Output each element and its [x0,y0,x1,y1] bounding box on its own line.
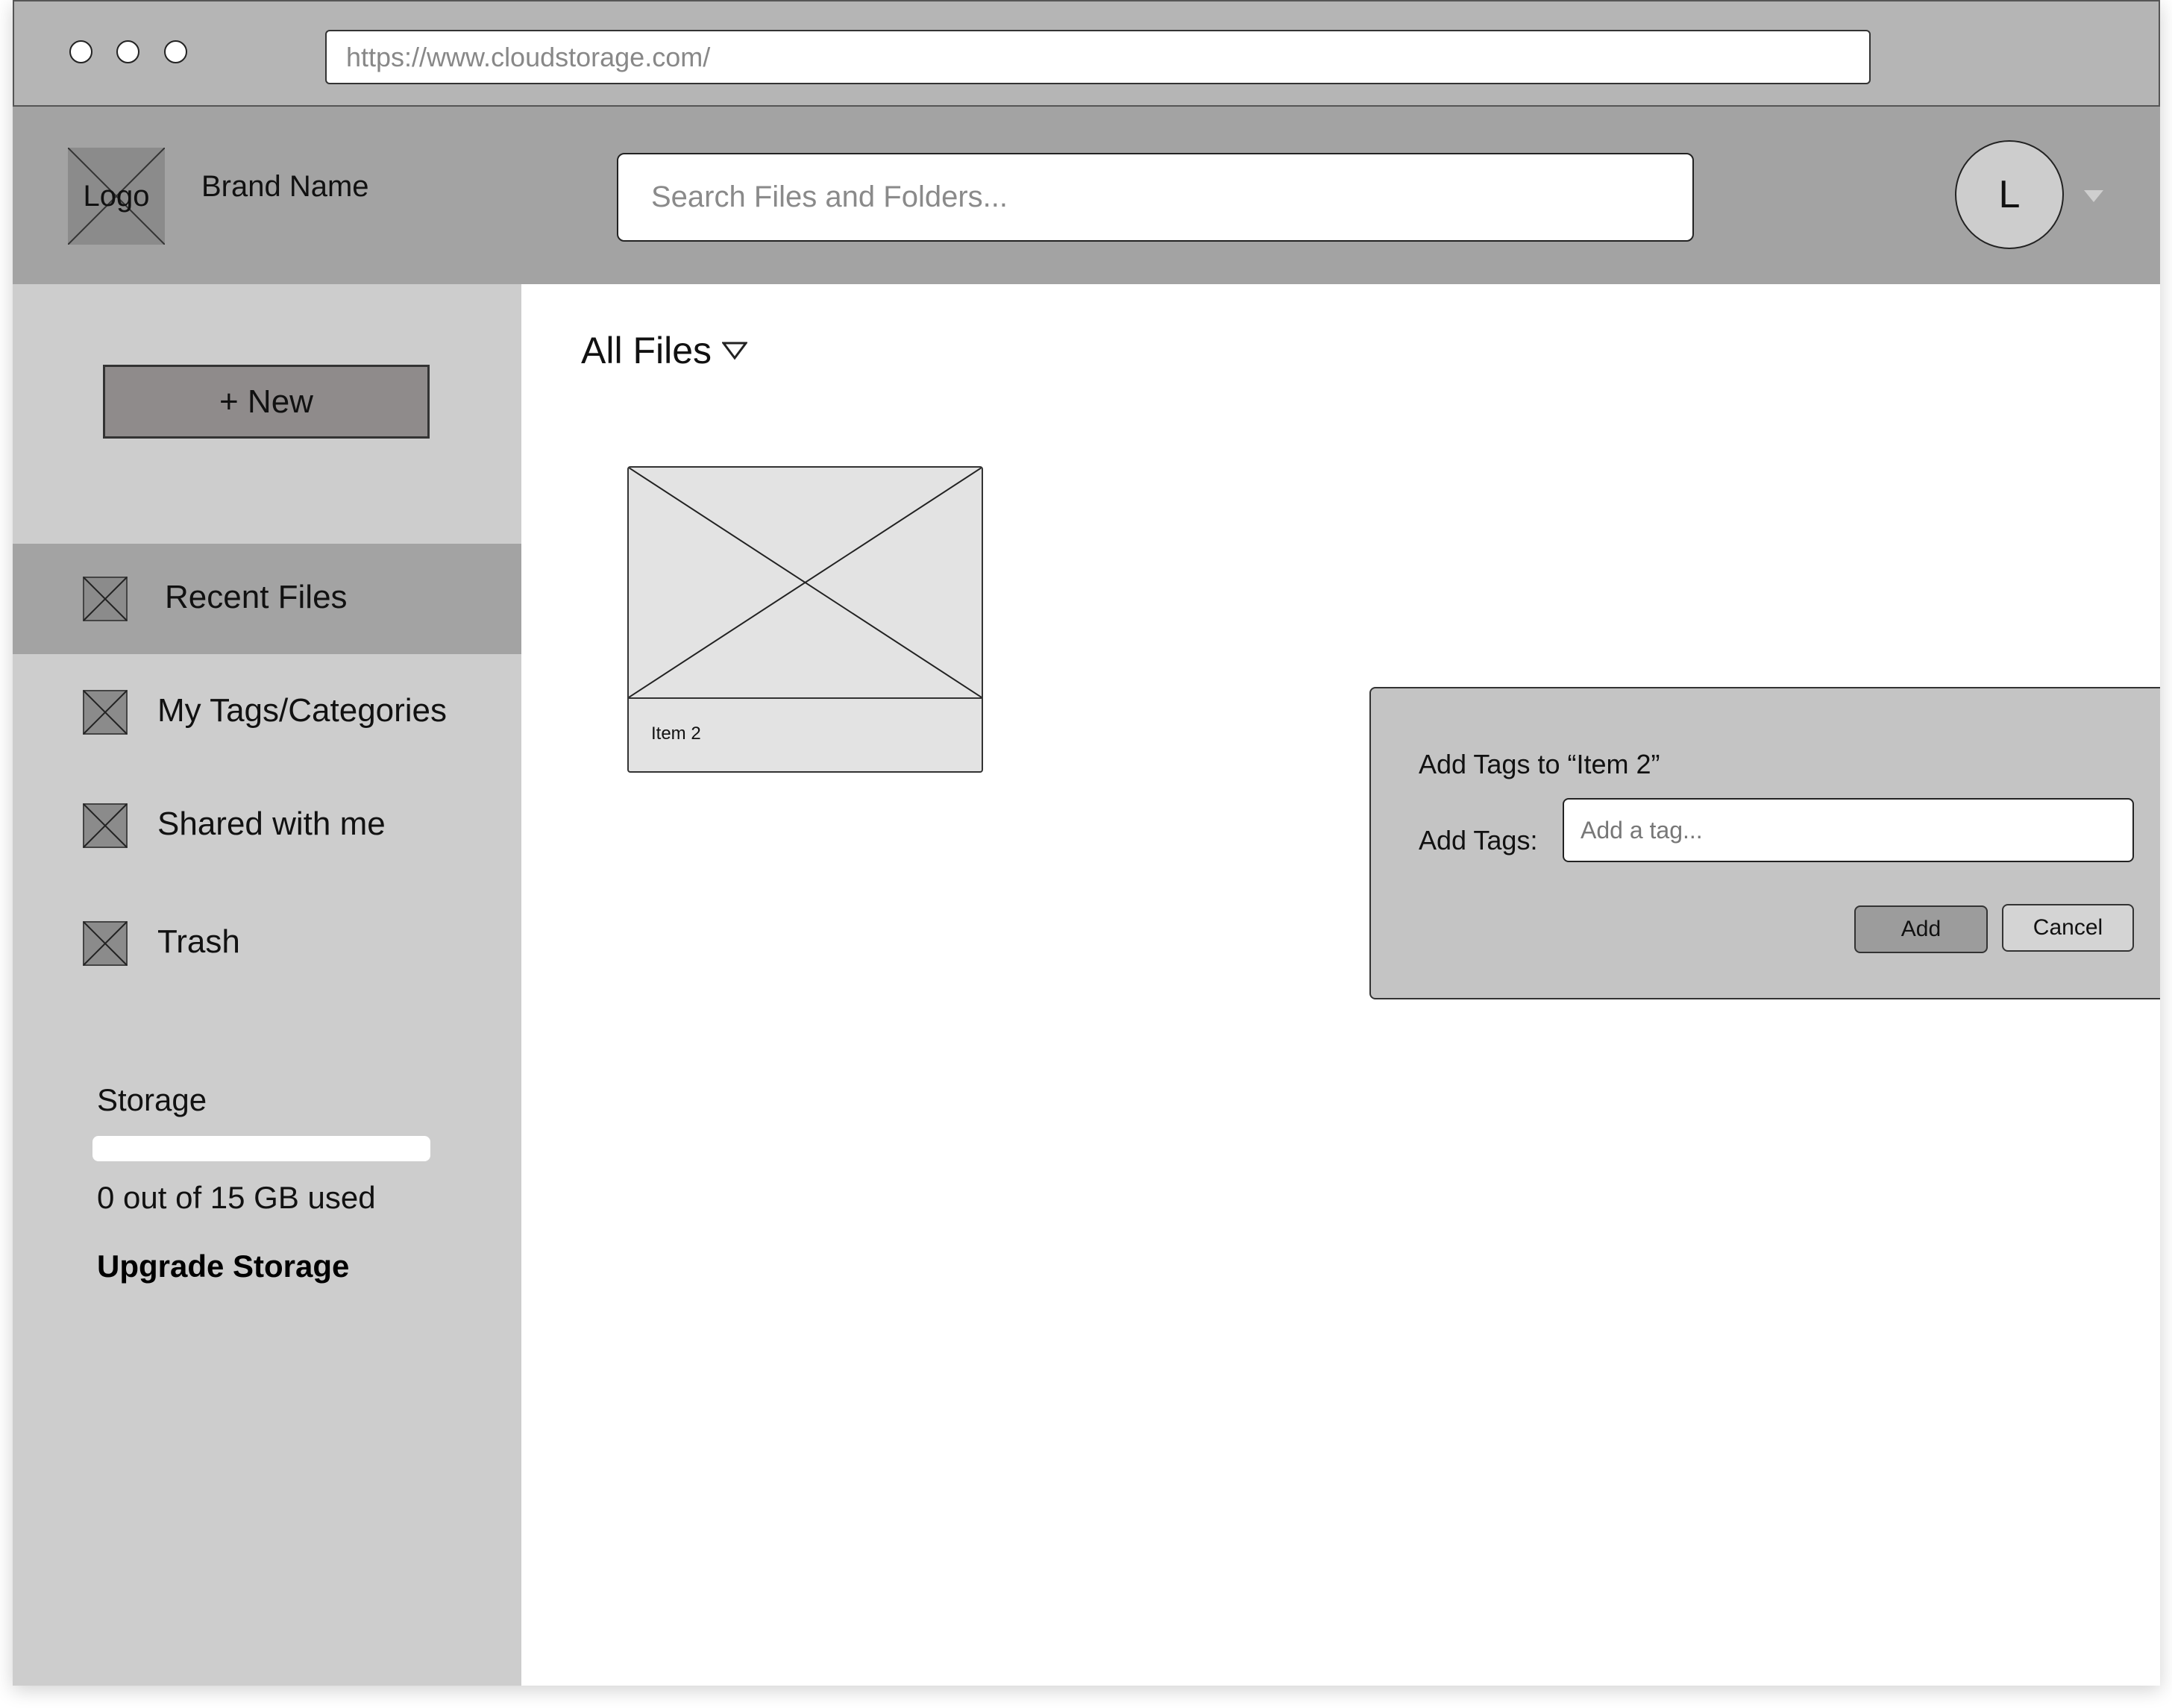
browser-chrome: https://www.cloudstorage.com/ [13,0,2160,107]
window-close-button[interactable] [69,40,92,63]
cancel-button[interactable]: Cancel [2002,904,2134,952]
sidebar-item-label: Shared with me [157,806,386,842]
recent-files-icon [83,577,128,621]
sidebar-item-recent-files[interactable]: Recent Files [13,544,521,654]
file-thumbnail-image-icon [629,468,982,699]
avatar-initial: L [1998,173,2021,216]
sidebar-item-label: Recent Files [165,579,348,615]
upgrade-storage-link[interactable]: Upgrade Storage [97,1249,349,1284]
file-card[interactable]: Item 2 [627,466,983,773]
storage-progress-bar [92,1136,430,1161]
browser-window: https://www.cloudstorage.com/ Logo Brand… [13,0,2160,1686]
sidebar-item-trash[interactable]: Trash [13,888,521,999]
add-tags-dialog: Add Tags to “Item 2” Add Tags: Add a tag… [1369,687,2160,999]
main-content: All Files Item 2 Add Tags to “Item 2” Ad… [521,284,2160,1686]
storage-title: Storage [97,1082,207,1117]
file-name: Item 2 [651,723,701,744]
dialog-title: Add Tags to “Item 2” [1419,749,1660,779]
logo[interactable]: Logo [68,148,165,245]
app-header: Logo Brand Name Search Files and Folders… [13,107,2160,284]
tag-input[interactable]: Add a tag... [1563,798,2134,862]
window-maximize-button[interactable] [164,40,187,63]
add-tags-label: Add Tags: [1419,825,1538,855]
window-minimize-button[interactable] [116,40,139,63]
tags-icon [83,690,128,735]
logo-text: Logo [83,179,150,213]
storage-used-text: 0 out of 15 GB used [97,1180,376,1215]
trash-icon [83,921,128,966]
sidebar-item-label: Trash [157,923,240,960]
sidebar-item-my-tags[interactable]: My Tags/Categories [13,657,521,767]
search-input[interactable]: Search Files and Folders... [617,153,1694,242]
page-title: All Files [581,330,712,371]
sidebar-item-label: My Tags/Categories [157,692,448,729]
brand-name: Brand Name [201,170,369,203]
shared-icon [83,803,128,848]
new-button[interactable]: + New [103,365,430,439]
address-bar[interactable]: https://www.cloudstorage.com/ [325,30,1871,84]
chevron-down-icon [722,342,748,360]
all-files-dropdown[interactable]: All Files [581,329,748,372]
sidebar-item-shared-with-me[interactable]: Shared with me [13,770,521,881]
sidebar: + New Recent Files My Tags/Categories Sh… [13,284,521,1686]
add-button[interactable]: Add [1854,905,1988,953]
chevron-down-icon[interactable] [2084,190,2103,202]
avatar[interactable]: L [1955,140,2064,249]
